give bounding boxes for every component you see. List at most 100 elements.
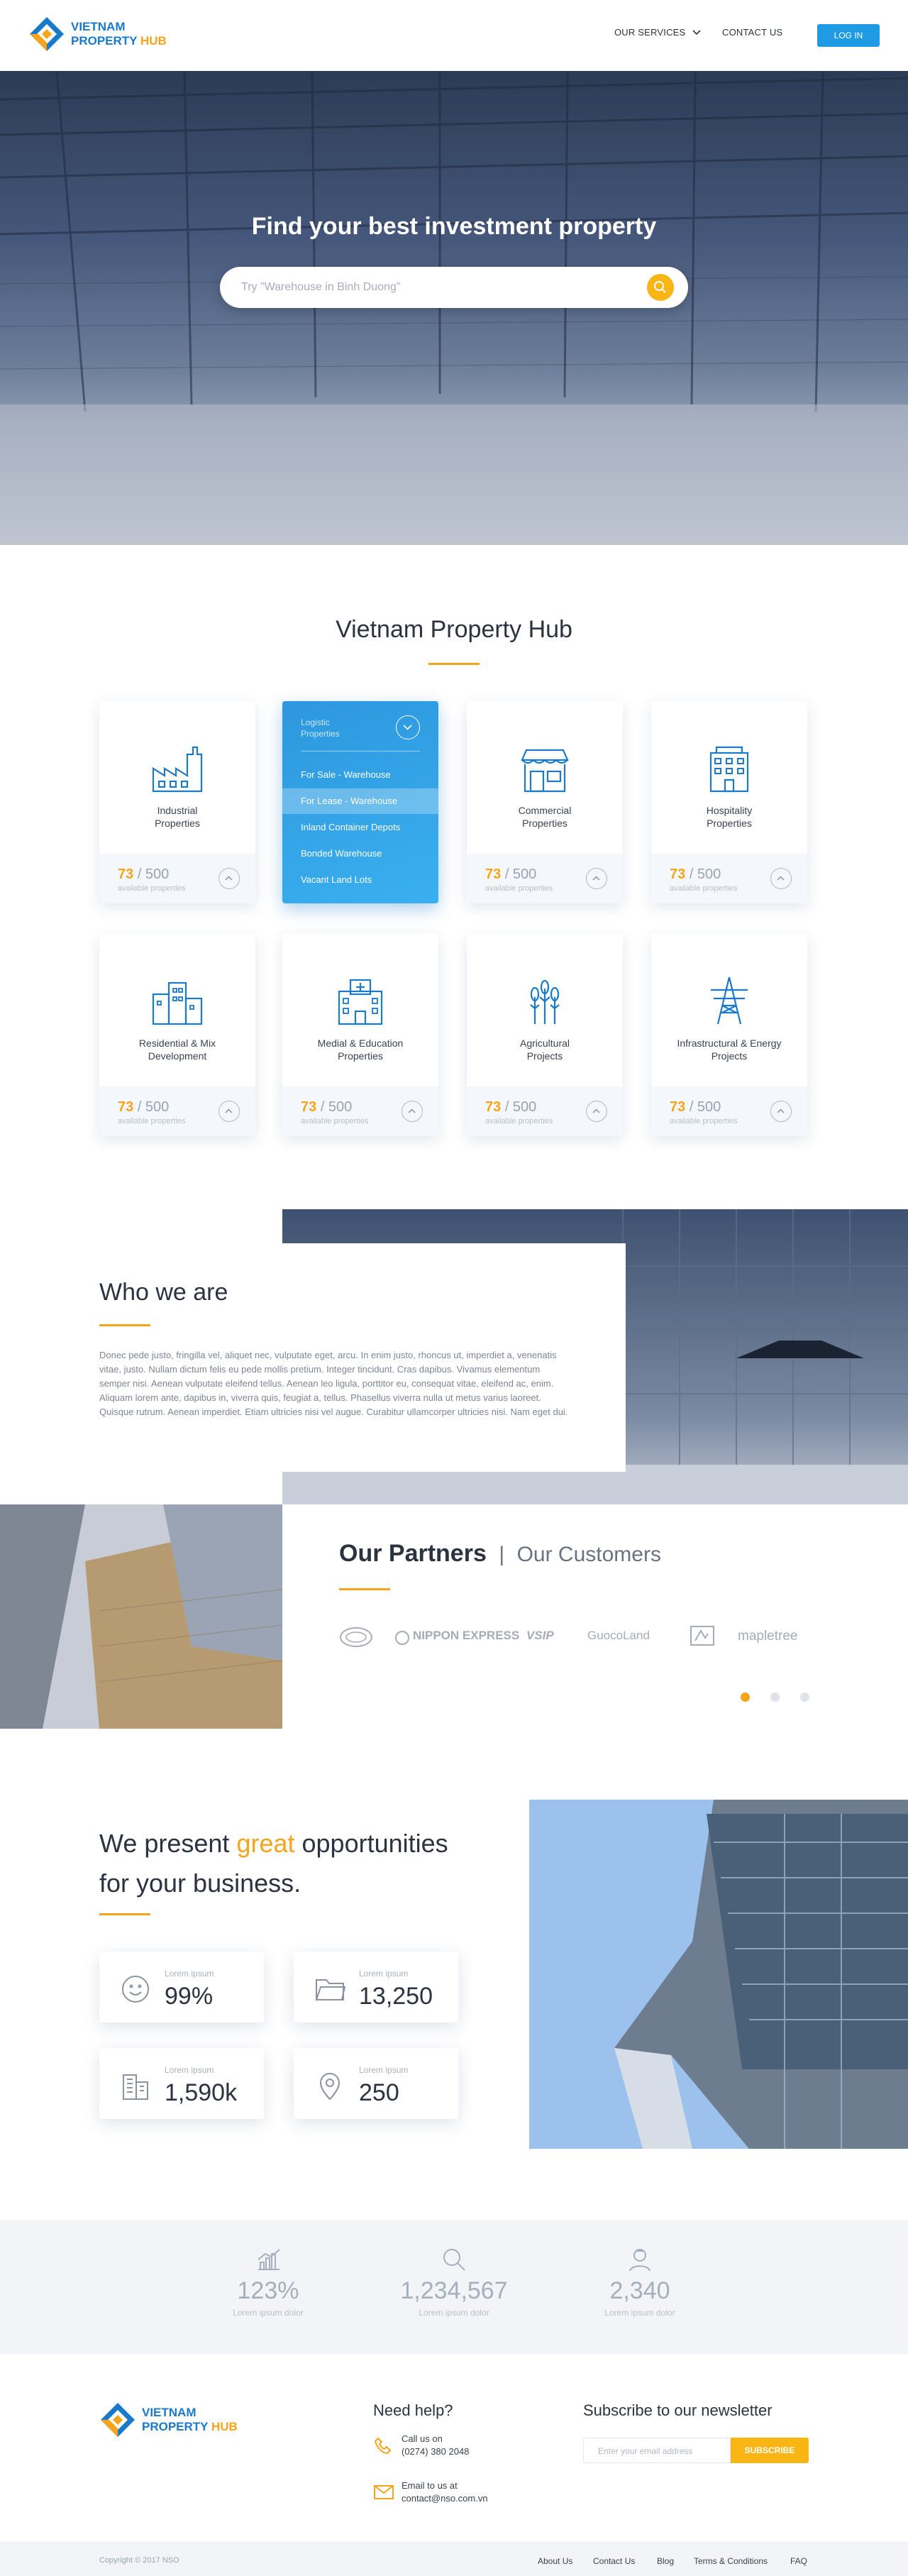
phone-icon [374,2437,392,2455]
stat-card: Lorem ipsum 250 [294,2048,458,2119]
footer-link-about[interactable]: About Us [538,2556,572,2566]
stat-label: Lorem ipsum [359,2065,409,2075]
dropdown-item[interactable]: Inland Container Depots [282,815,438,840]
shop-icon [521,749,569,793]
carousel-dot-active[interactable] [741,1692,750,1702]
footer-link-blog[interactable]: Blog [657,2556,674,2566]
title-underline [99,1324,150,1326]
footer-logo[interactable]: VIETNAM PROPERTY HUB [99,2401,238,2438]
expand-button[interactable] [586,868,607,889]
site-logo[interactable]: VIETNAM PROPERTY HUB [28,16,167,53]
summary-stat-value: 2,340 [609,2277,670,2304]
email-address[interactable]: contact@nso.com.vn [402,2492,488,2505]
carousel-dot[interactable] [800,1692,809,1702]
footer-link-contact[interactable]: Contact Us [593,2556,635,2566]
phone-number[interactable]: (0274) 380 2048 [402,2445,469,2458]
who-we-are-title: Who we are [99,1279,228,1306]
property-card-name: Commercial Properties [518,805,572,829]
nav-contact-us[interactable]: CONTACT US [722,27,782,38]
chevron-down-icon [692,30,701,35]
logistic-properties-dropdown[interactable]: Logistic Properties For Sale - Warehouse… [282,701,438,903]
expand-button[interactable] [770,1101,792,1122]
stat-label: Lorem ipsum [165,2065,214,2075]
call-label: Call us on [402,2433,443,2444]
available-label: available properties [301,1117,369,1125]
hospital-icon [338,979,383,1025]
partner-logo[interactable]: NIPPON EXPRESS [413,1629,519,1643]
property-card-name: Residential & Mix Development [138,1037,216,1062]
available-label: available properties [670,884,738,893]
chevron-up-icon [777,876,785,881]
expand-button[interactable] [770,868,792,889]
chevron-up-icon [225,876,233,881]
property-card-name: Industrial Properties [155,805,200,829]
property-total: / 500 [689,1099,721,1115]
summary-stat-label: Lorem ipsum dolor [419,2308,489,2318]
carousel-dot[interactable] [770,1692,780,1702]
need-help-title: Need help? [373,2401,453,2419]
property-count: 73 [670,1099,686,1115]
newsletter-email-input[interactable]: Enter your email address [583,2438,731,2463]
site-header: VIETNAM PROPERTY HUB OUR SERVICES CONTAC… [0,0,908,71]
property-card[interactable]: Hospitality Properties 73 / 500 availabl… [651,701,807,903]
login-button[interactable]: LOG IN [817,24,880,47]
available-label: available properties [485,884,553,893]
expand-button[interactable] [218,1101,240,1122]
location-pin-icon [319,2073,340,2101]
property-card[interactable]: Residential & Mix Development 73 / 500 a… [99,934,255,1136]
partner-logo[interactable]: GuocoLand [587,1629,650,1643]
property-count: 73 [118,1099,134,1115]
dropdown-item[interactable]: Bonded Warehouse [282,841,438,866]
dropdown-item[interactable]: Vacant Land Lots [282,867,438,893]
search-input[interactable]: Try "Warehouse in Binh Duong" [241,281,401,294]
search-icon [654,281,666,293]
expand-button[interactable] [586,1101,607,1122]
subscribe-button[interactable]: SUBSCRIBE [731,2438,809,2463]
expand-button[interactable] [218,868,240,889]
power-tower-icon [711,976,748,1025]
section-title-properties: Vietnam Property Hub [336,616,572,643]
search-button[interactable] [647,274,674,301]
nippon-express-logo-icon [395,1631,409,1645]
dropdown-item-active[interactable]: For Lease - Warehouse [282,788,438,814]
residential-icon [152,981,203,1025]
property-total: / 500 [504,866,537,882]
search-bar[interactable]: Try "Warehouse in Binh Duong" [220,267,688,308]
available-label: available properties [118,884,186,893]
email-label: Email to us at [402,2480,458,2491]
property-card[interactable]: Medial & Education Properties 73 / 500 a… [282,934,438,1136]
factory-icon [152,746,203,793]
tab-our-customers[interactable]: Our Customers [517,1543,661,1566]
property-total: / 500 [320,1099,353,1115]
property-card[interactable]: Industrial Properties 73 / 500 available… [99,701,255,903]
stat-card: Lorem ipsum 13,250 [294,1952,458,2022]
partner-logo[interactable]: VSIP [526,1629,554,1643]
logo-line2b: HUB [211,2420,238,2433]
logo-line2b: HUB [140,34,167,48]
partner-logo[interactable]: mapletree [738,1629,798,1644]
dropdown-item[interactable]: For Sale - Warehouse [282,762,438,788]
property-card-name: Agricultural Projects [519,1037,570,1062]
chevron-up-icon [225,1108,233,1113]
property-total: / 500 [504,1099,537,1115]
logo-line2a: PROPERTY [71,34,138,48]
property-card-name: Hospitality Properties [706,805,753,829]
property-card[interactable]: Agricultural Projects 73 / 500 available… [467,934,623,1136]
nav-our-services-label: OUR SERVICES [614,27,686,38]
property-card[interactable]: Commercial Properties 73 / 500 available… [467,701,623,903]
collapse-button[interactable] [396,715,420,739]
stat-card: Lorem ipsum 1,590k [99,2048,264,2119]
footer-link-faq[interactable]: FAQ [790,2556,807,2566]
hero-title: Find your best investment property [251,213,657,240]
opp-text-1: We present [99,1829,237,1858]
footer-link-terms[interactable]: Terms & Conditions [694,2556,768,2566]
opportunities-heading: We present great opportunities for your … [99,1824,448,1903]
magnifier-icon [443,2249,465,2271]
nav-our-services[interactable]: OUR SERVICES [614,27,701,38]
expand-button[interactable] [402,1101,423,1122]
property-card[interactable]: Infrastructural & Energy Projects 73 / 5… [651,934,807,1136]
property-total: / 500 [137,1099,170,1115]
tab-our-partners[interactable]: Our Partners [339,1540,487,1567]
logo-line2a: PROPERTY [142,2420,209,2433]
available-label: available properties [670,1117,738,1125]
